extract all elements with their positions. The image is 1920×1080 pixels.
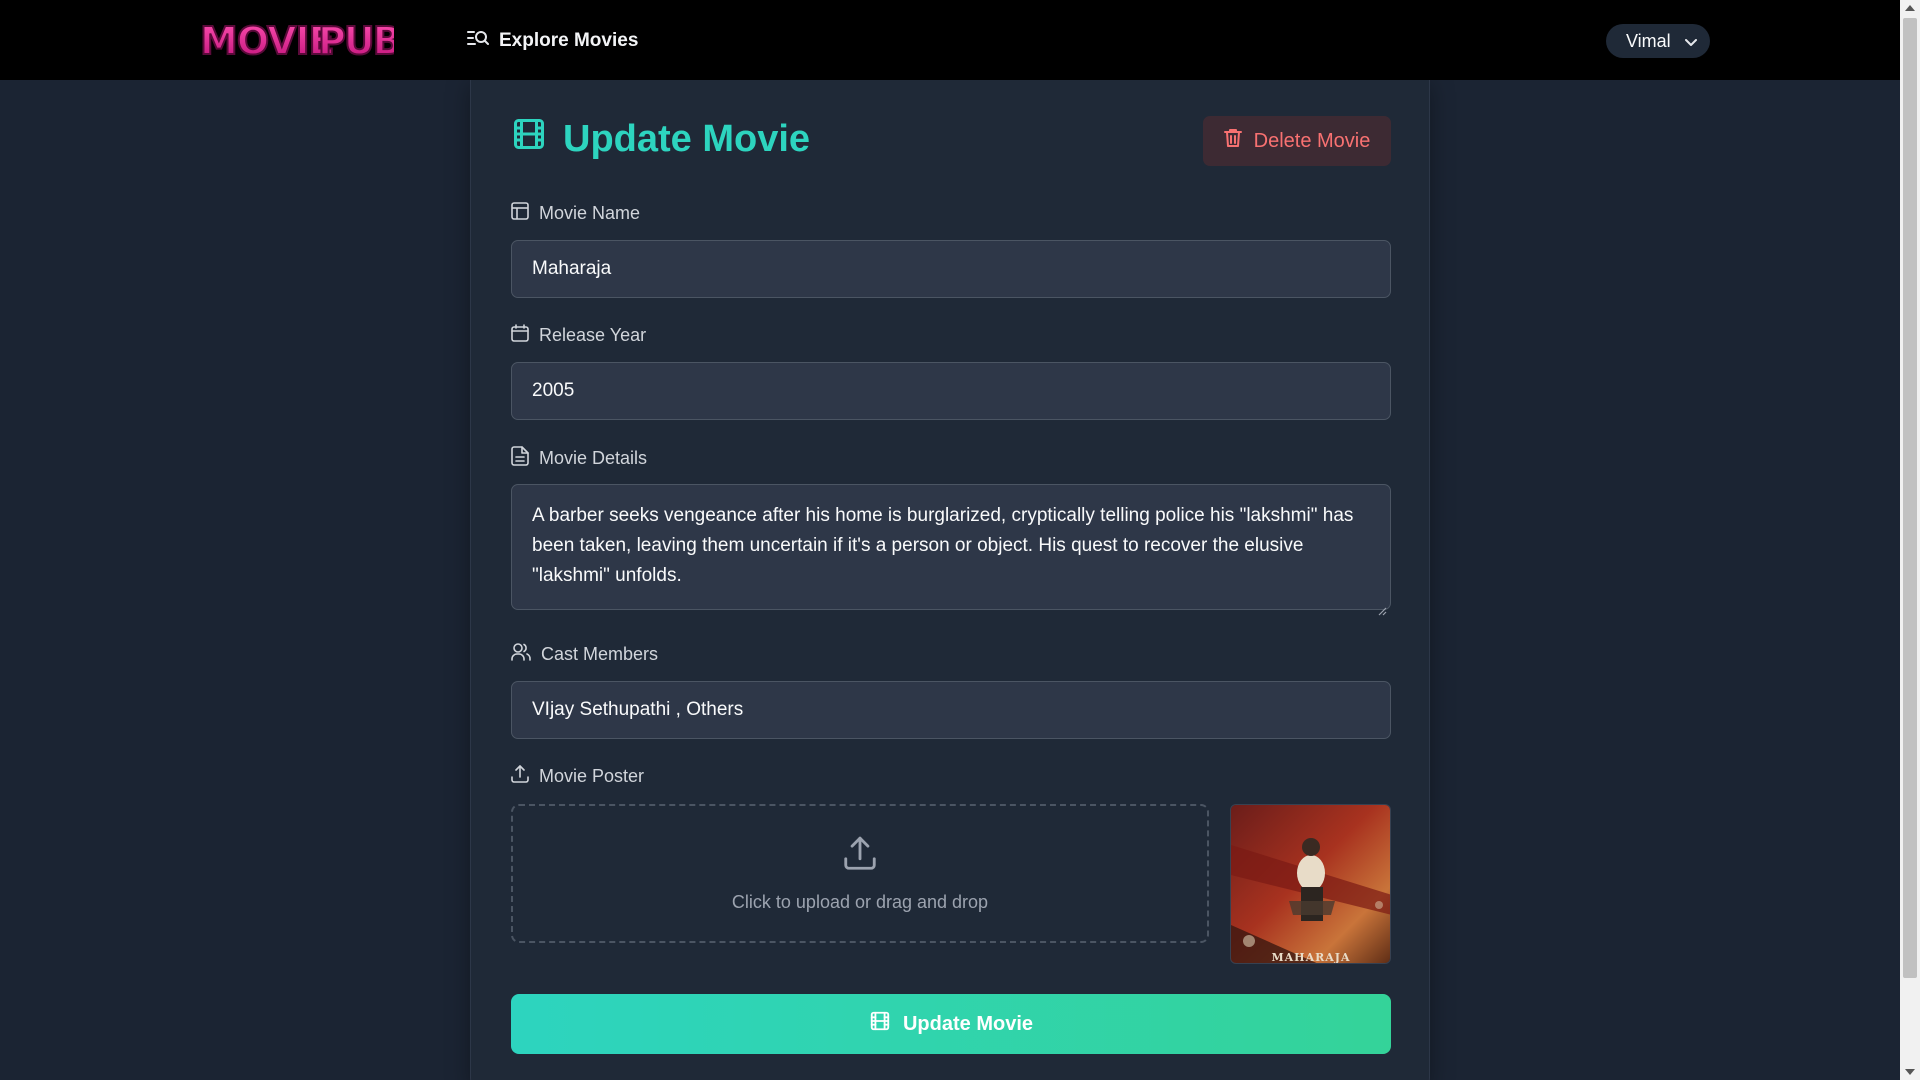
movie-poster-label-text: Movie Poster xyxy=(539,766,645,786)
trash-icon xyxy=(1223,128,1242,154)
poster-caption: MAHARAJA xyxy=(1271,951,1350,964)
update-movie-card: Update Movie Delete Movie Movie Name Mah… xyxy=(470,80,1430,1080)
upload-hint-text: Click to upload or drag and drop xyxy=(731,891,989,912)
movie-name-value: Maharaja xyxy=(532,258,612,279)
scroll-up-arrow-icon[interactable] xyxy=(1905,5,1915,11)
movie-details-label: Movie Details xyxy=(511,446,647,471)
svg-text:MOVIE: MOVIE xyxy=(200,19,334,63)
update-movie-button[interactable]: Update Movie xyxy=(511,994,1391,1054)
card-header: Update Movie Delete Movie xyxy=(511,116,1391,168)
film-icon xyxy=(511,116,547,162)
explore-movies-label: Explore Movies xyxy=(499,30,639,51)
release-year-input[interactable]: 2005 xyxy=(511,362,1391,420)
movie-name-label: Movie Name xyxy=(511,202,640,225)
cast-members-label: Cast Members xyxy=(511,643,658,666)
release-year-label: Release Year xyxy=(511,324,646,347)
movie-details-label-text: Movie Details xyxy=(539,448,648,468)
user-menu-button[interactable]: Vimal xyxy=(1606,24,1710,58)
movie-poster-label: Movie Poster xyxy=(511,765,644,788)
poster-upload-dropzone[interactable]: Click to upload or drag and drop xyxy=(511,804,1209,943)
app-logo[interactable]: MOVIE PUB xyxy=(198,14,394,66)
layout-icon xyxy=(511,202,529,225)
movie-name-label-text: Movie Name xyxy=(539,203,641,223)
page-title: Update Movie xyxy=(511,116,810,162)
cast-members-value: VIjay Sethupathi , Others xyxy=(532,699,744,720)
chevron-down-icon xyxy=(1684,31,1697,52)
scrollbar-thumb[interactable] xyxy=(1903,18,1917,978)
explore-movies-link[interactable]: Explore Movies xyxy=(467,28,638,54)
calendar-icon xyxy=(511,324,529,347)
file-text-icon xyxy=(511,446,529,471)
movie-details-textarea[interactable]: A barber seeks vengeance after his home … xyxy=(511,484,1391,616)
cast-members-label-text: Cast Members xyxy=(541,644,659,664)
upload-icon xyxy=(511,765,529,788)
cast-members-input[interactable]: VIjay Sethupathi , Others xyxy=(511,681,1391,739)
delete-movie-button[interactable]: Delete Movie xyxy=(1203,116,1391,166)
logo-graphic: MOVIE PUB xyxy=(199,18,394,64)
page-scrollbar[interactable] xyxy=(1900,0,1920,1080)
user-name: Vimal xyxy=(1626,30,1671,51)
search-list-icon xyxy=(467,29,489,53)
scroll-down-arrow-icon[interactable] xyxy=(1905,1069,1915,1075)
movie-name-input[interactable]: Maharaja xyxy=(511,240,1391,298)
users-icon xyxy=(511,643,531,666)
film-icon xyxy=(869,1010,891,1038)
release-year-value: 2005 xyxy=(532,380,575,401)
resize-handle-icon[interactable] xyxy=(1377,596,1387,616)
svg-text:PUB: PUB xyxy=(318,19,394,63)
page-title-text: Update Movie xyxy=(563,117,811,160)
poster-artwork: MAHARAJA xyxy=(1231,805,1390,964)
delete-movie-label: Delete Movie xyxy=(1253,129,1371,152)
release-year-label-text: Release Year xyxy=(539,325,647,345)
upload-icon xyxy=(841,835,879,878)
movie-details-value: A barber seeks vengeance after his home … xyxy=(532,505,1354,586)
poster-preview-image[interactable]: MAHARAJA xyxy=(1230,804,1391,964)
update-movie-label: Update Movie xyxy=(902,1012,1034,1035)
top-navbar: MOVIE PUB Explore Movies Vimal xyxy=(0,0,1900,80)
